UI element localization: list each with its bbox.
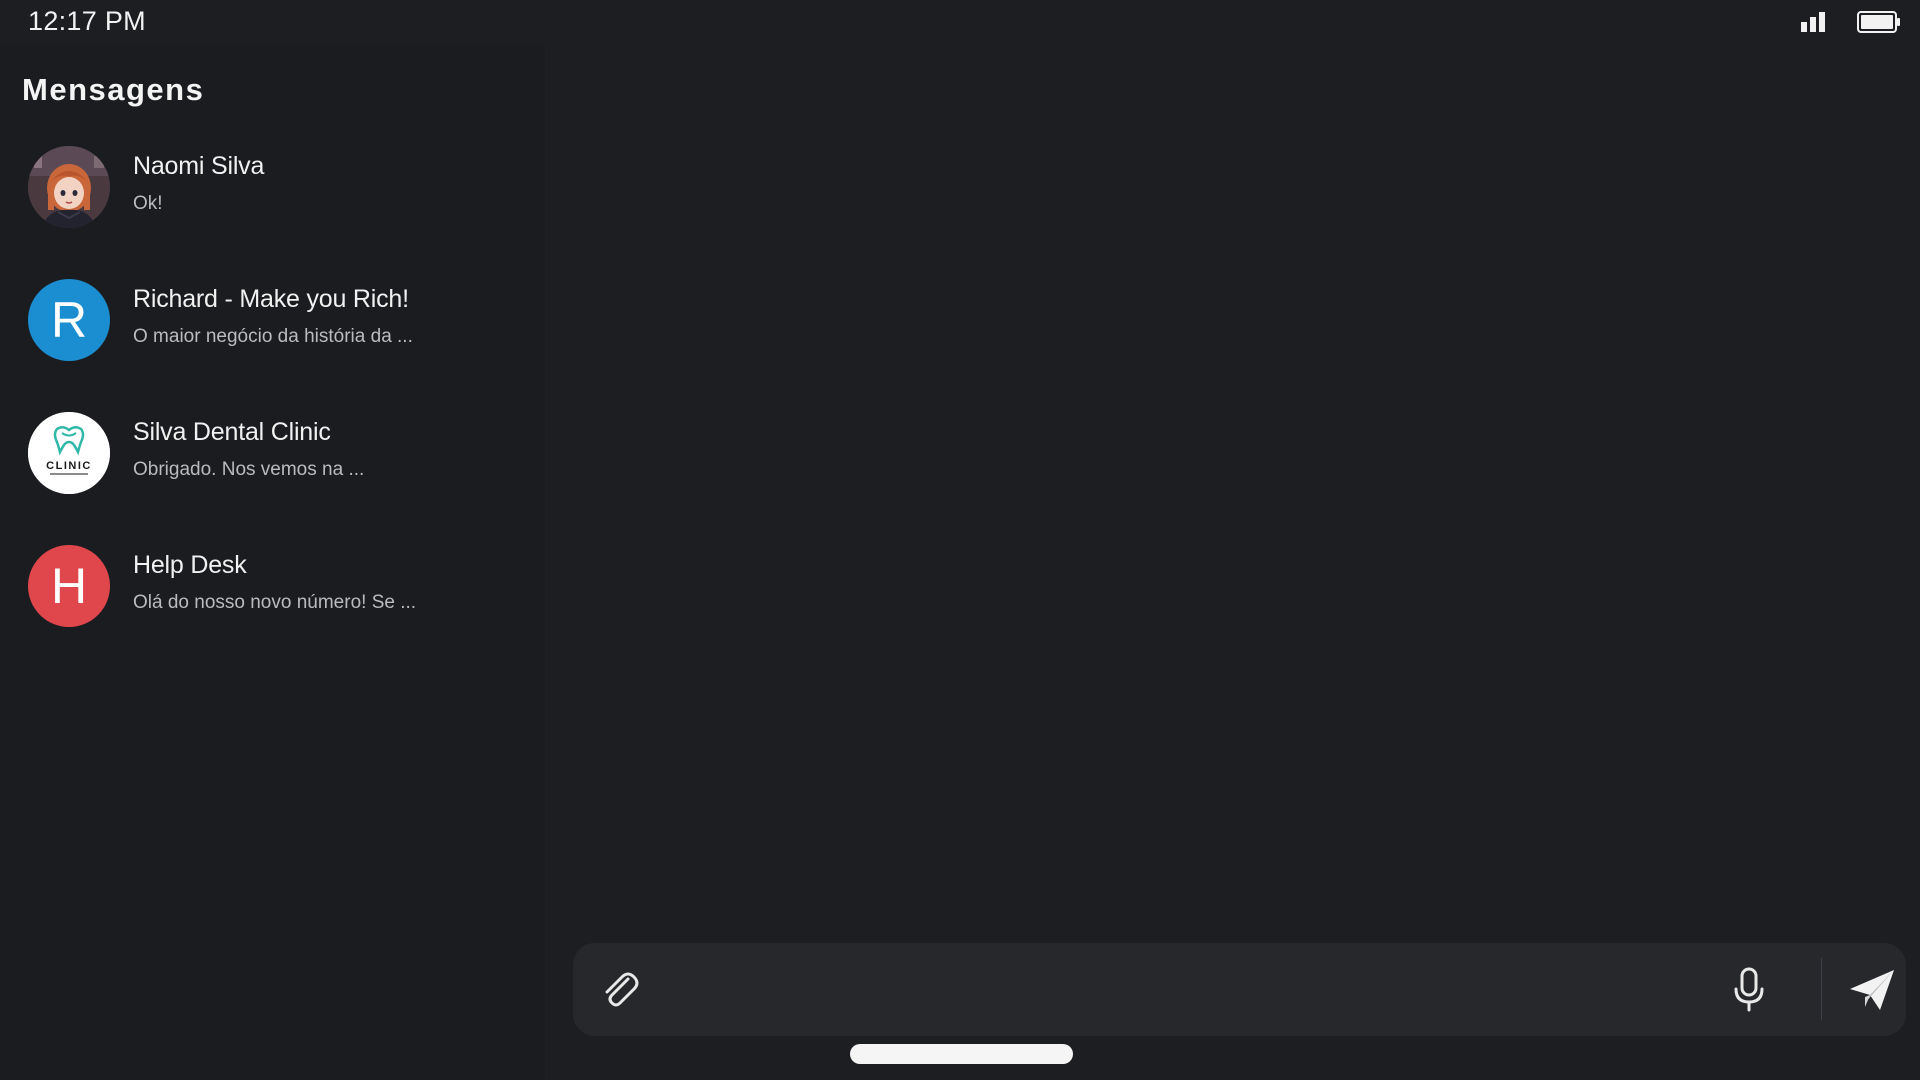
conversation-preview: Ok! (133, 193, 163, 214)
conversation-preview: Olá do nosso novo número! Se ... (133, 592, 417, 613)
avatar-letter: H (50, 558, 88, 614)
anime-girl-avatar-icon (28, 146, 110, 228)
composer-divider (1821, 958, 1822, 1020)
conversation-name: Silva Dental Clinic (133, 418, 331, 446)
page-title: Mensagens (22, 72, 205, 107)
conversation-item-help-desk[interactable]: H Help Desk Olá do nosso novo número! Se… (0, 545, 545, 678)
conversation-list: Naomi Silva Ok! R Richard - Make you Ric… (0, 146, 545, 678)
conversation-item-richard[interactable]: R Richard - Make you Rich! O maior negóc… (0, 279, 545, 412)
conversation-name: Help Desk (133, 551, 247, 579)
conversation-name: Naomi Silva (133, 152, 265, 180)
home-indicator[interactable] (850, 1044, 1073, 1064)
avatar: R (28, 279, 110, 361)
conversation-item-silva-dental-clinic[interactable]: CLINIC Silva Dental Clinic Obrigado. Nos… (0, 412, 545, 545)
battery-full-icon (1857, 11, 1900, 33)
clinic-logo-text: CLINIC (46, 460, 92, 472)
conversations-sidebar: Mensagens Naomi Silva Ok! R Richard - Ma… (0, 44, 546, 1080)
message-input[interactable] (663, 961, 1687, 1019)
chat-main-area (546, 44, 1920, 1080)
signal-bars-icon (1801, 12, 1825, 32)
conversation-preview: Obrigado. Nos vemos na ... (133, 459, 365, 480)
paper-plane-icon[interactable] (1847, 967, 1897, 1013)
conversation-name: Richard - Make you Rich! (133, 285, 409, 313)
avatar: CLINIC (28, 412, 110, 494)
avatar: H (28, 545, 110, 627)
avatar (28, 146, 110, 228)
status-time: 12:17 PM (28, 6, 146, 36)
tooth-logo-icon: CLINIC (28, 412, 110, 494)
message-composer (573, 943, 1906, 1036)
paperclip-icon[interactable] (595, 965, 643, 1013)
app-screen: 12:17 PM Mensagens Naomi Silva Ok! R Ric… (0, 0, 1920, 1080)
avatar-letter: R (50, 292, 88, 348)
conversation-preview: O maior negócio da história da ... (133, 326, 413, 347)
status-bar: 12:17 PM (0, 0, 1920, 44)
conversation-item-naomi-silva[interactable]: Naomi Silva Ok! (0, 146, 545, 279)
microphone-icon[interactable] (1731, 967, 1767, 1013)
